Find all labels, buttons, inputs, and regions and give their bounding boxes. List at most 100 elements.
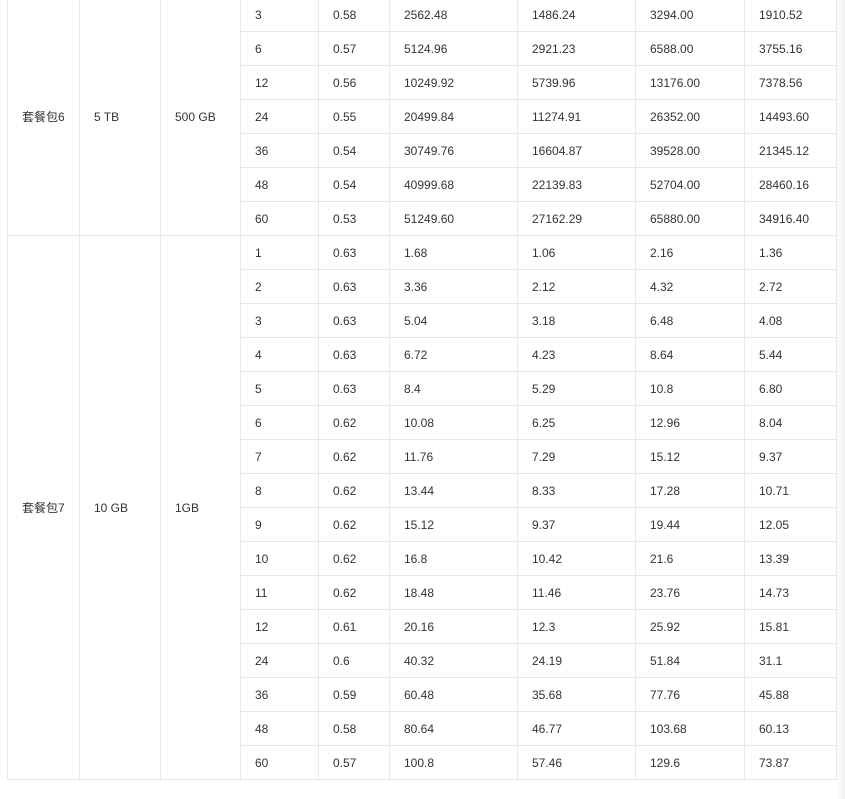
traffic-cell: 500 GB [160,0,241,236]
duration-cell: 24 [240,99,319,134]
duration-cell: 4 [240,337,319,372]
price-cell-2: 39528.00 [635,133,745,168]
discount-cell: 0.62 [318,439,390,474]
price-cell-2: 2.16 [635,235,745,270]
duration-cell: 3 [240,0,319,32]
duration-cell: 2 [240,269,319,304]
discounted-price-cell-2: 1910.52 [744,0,837,32]
duration-cell: 10 [240,541,319,576]
discount-cell: 0.58 [318,0,390,32]
discounted-price-cell-2: 7378.56 [744,65,837,100]
discounted-price-cell-2: 1.36 [744,235,837,270]
capacity-cell: 5 TB [79,0,161,236]
discounted-price-cell: 2.12 [517,269,636,304]
discounted-price-cell-2: 13.39 [744,541,837,576]
discount-cell: 0.62 [318,507,390,542]
discounted-price-cell: 1486.24 [517,0,636,32]
pricing-table-body: 套餐包6 5 TB 500 GB 3 0.58 2562.48 1486.24 3294.00… [7,0,837,780]
price-cell-2: 15.12 [635,439,745,474]
discount-cell: 0.6 [318,643,390,678]
package-name-cell: 套餐包7 [7,235,80,780]
duration-cell: 6 [240,405,319,440]
duration-cell: 24 [240,643,319,678]
discount-cell: 0.62 [318,575,390,610]
capacity-cell: 10 GB [79,235,161,780]
price-cell-2: 17.28 [635,473,745,508]
package-name-cell: 套餐包6 [7,0,80,236]
price-cell: 11.76 [389,439,518,474]
discounted-price-cell: 8.33 [517,473,636,508]
discount-cell: 0.63 [318,337,390,372]
discounted-price-cell: 12.3 [517,609,636,644]
price-cell: 1.68 [389,235,518,270]
discount-cell: 0.63 [318,371,390,406]
discounted-price-cell: 9.37 [517,507,636,542]
discounted-price-cell: 2921.23 [517,31,636,66]
discounted-price-cell: 5.29 [517,371,636,406]
price-cell: 5124.96 [389,31,518,66]
price-cell-2: 25.92 [635,609,745,644]
discounted-price-cell: 16604.87 [517,133,636,168]
price-cell-2: 77.76 [635,677,745,712]
price-cell: 5.04 [389,303,518,338]
discounted-price-cell: 5739.96 [517,65,636,100]
discounted-price-cell: 24.19 [517,643,636,678]
price-cell: 100.8 [389,745,518,780]
duration-cell: 3 [240,303,319,338]
price-cell-2: 6588.00 [635,31,745,66]
discount-cell: 0.54 [318,133,390,168]
discounted-price-cell-2: 14.73 [744,575,837,610]
duration-cell: 7 [240,439,319,474]
duration-cell: 6 [240,31,319,66]
discounted-price-cell-2: 21345.12 [744,133,837,168]
table-row: 套餐包6 5 TB 500 GB 3 0.58 2562.48 1486.24 3294.00… [7,0,837,236]
discounted-price-cell-2: 14493.60 [744,99,837,134]
discount-cell: 0.59 [318,677,390,712]
discount-cell: 0.57 [318,31,390,66]
discount-cell: 0.62 [318,541,390,576]
pricing-table: 套餐包6 5 TB 500 GB 3 0.58 2562.48 1486.24 3294.00… [7,0,837,780]
duration-cell: 48 [240,711,319,746]
pricing-table-view: 套餐包6 5 TB 500 GB 3 0.58 2562.48 1486.24 3294.00… [0,0,845,799]
price-cell-2: 51.84 [635,643,745,678]
duration-cell: 9 [240,507,319,542]
duration-cell: 36 [240,677,319,712]
price-cell: 16.8 [389,541,518,576]
discounted-price-cell-2: 3755.16 [744,31,837,66]
duration-cell: 8 [240,473,319,508]
price-cell: 40999.68 [389,167,518,202]
discounted-price-cell-2: 34916.40 [744,201,837,236]
discounted-price-cell-2: 6.80 [744,371,837,406]
price-cell-2: 12.96 [635,405,745,440]
discount-cell: 0.63 [318,269,390,304]
price-cell: 40.32 [389,643,518,678]
price-cell: 80.64 [389,711,518,746]
price-cell: 2562.48 [389,0,518,32]
price-cell-2: 129.6 [635,745,745,780]
horizontal-overflow-edge [836,0,845,799]
price-cell-2: 4.32 [635,269,745,304]
price-cell: 20.16 [389,609,518,644]
discounted-price-cell-2: 31.1 [744,643,837,678]
discount-cell: 0.63 [318,303,390,338]
price-cell-2: 8.64 [635,337,745,372]
discounted-price-cell-2: 28460.16 [744,167,837,202]
discounted-price-cell-2: 15.81 [744,609,837,644]
discounted-price-cell-2: 5.44 [744,337,837,372]
discount-cell: 0.56 [318,65,390,100]
duration-cell: 60 [240,745,319,780]
price-cell: 18.48 [389,575,518,610]
price-cell-2: 3294.00 [635,0,745,32]
discount-cell: 0.62 [318,405,390,440]
price-cell: 15.12 [389,507,518,542]
discounted-price-cell: 10.42 [517,541,636,576]
price-cell-2: 23.76 [635,575,745,610]
discount-cell: 0.55 [318,99,390,134]
discounted-price-cell: 11274.91 [517,99,636,134]
discount-cell: 0.58 [318,711,390,746]
price-cell: 20499.84 [389,99,518,134]
duration-cell: 12 [240,609,319,644]
discounted-price-cell-2: 4.08 [744,303,837,338]
discount-cell: 0.62 [318,473,390,508]
discounted-price-cell-2: 73.87 [744,745,837,780]
